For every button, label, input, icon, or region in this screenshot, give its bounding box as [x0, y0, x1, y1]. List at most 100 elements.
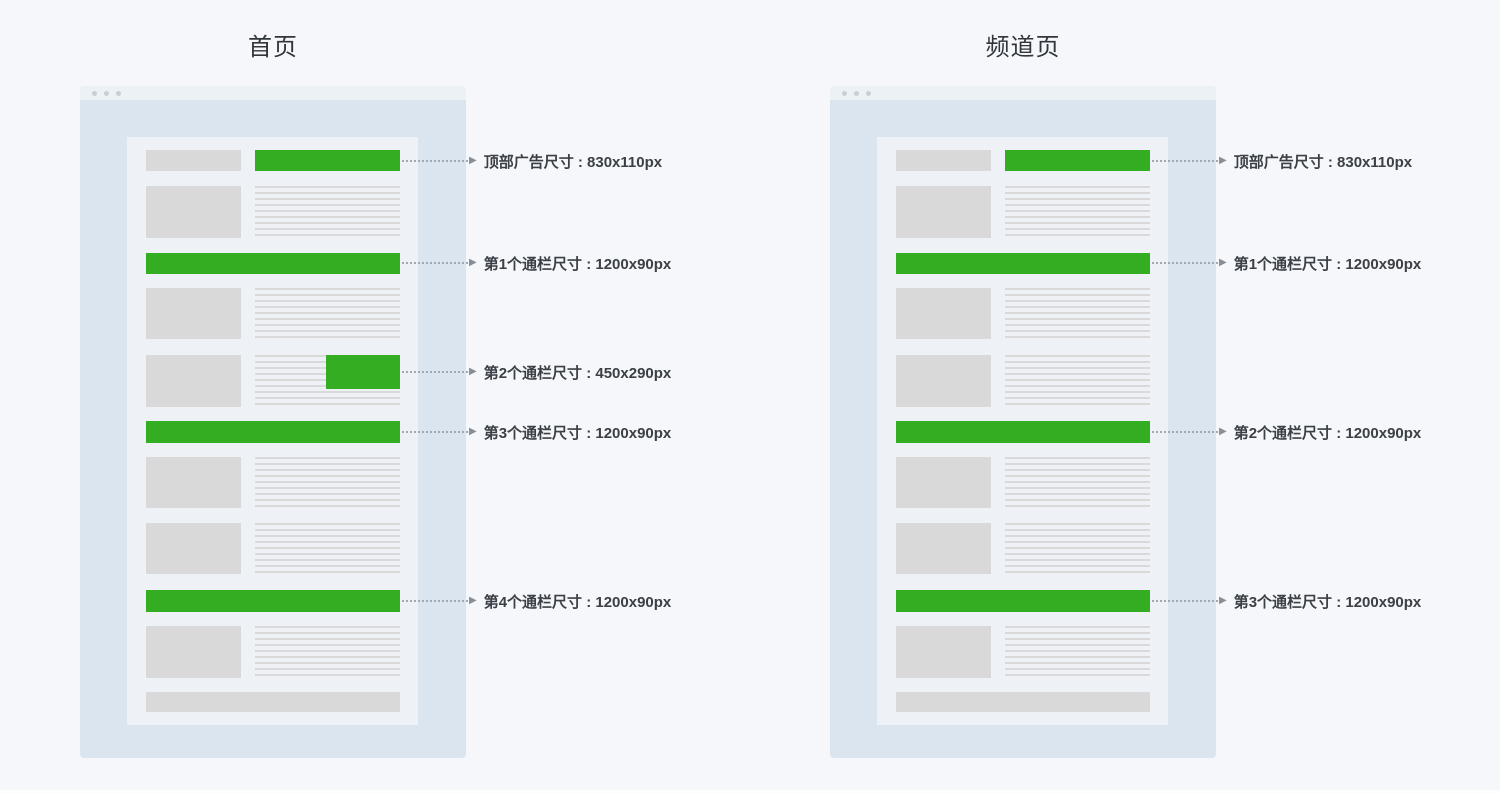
image-placeholder [896, 355, 991, 407]
banner-ad-slot-2 [146, 421, 400, 443]
annotation-label: 第3个通栏尺寸 : 1200x90px [484, 422, 672, 443]
annotation-banner-4: ▶ 第4个通栏尺寸 : 1200x90px [402, 590, 671, 612]
annotation-banner-3: ▶ 第3个通栏尺寸 : 1200x90px [402, 421, 671, 443]
browser-titlebar [80, 86, 466, 100]
text-lines-placeholder [255, 457, 400, 508]
page-title-home: 首页 [80, 27, 466, 62]
header-row [146, 150, 400, 171]
footer-placeholder [896, 692, 1150, 712]
content-row [896, 288, 1150, 339]
page-mockup-home [127, 137, 418, 725]
annotation-connector [402, 262, 468, 264]
image-placeholder [896, 186, 991, 238]
text-lines-placeholder [255, 523, 400, 574]
annotation-banner-2: ▶ 第2个通栏尺寸 : 450x290px [402, 361, 671, 383]
arrow-right-icon: ▶ [469, 258, 477, 268]
content-row [896, 457, 1150, 508]
header-row [896, 150, 1150, 171]
image-placeholder [896, 288, 991, 339]
logo-placeholder [146, 150, 241, 171]
arrow-right-icon: ▶ [469, 156, 477, 166]
browser-titlebar [830, 86, 1216, 100]
page-edge-strip [0, 790, 1500, 794]
image-placeholder [146, 355, 241, 407]
text-lines-placeholder [255, 186, 400, 238]
window-dot-icon [116, 91, 121, 96]
image-placeholder [146, 523, 241, 574]
annotation-top-ad: ▶ 顶部广告尺寸 : 830x110px [1152, 150, 1412, 172]
content-row [146, 626, 400, 678]
window-dot-icon [866, 91, 871, 96]
annotation-banner-1: ▶ 第1个通栏尺寸 : 1200x90px [402, 252, 671, 274]
banner-ad-slot-1 [896, 253, 1150, 274]
banner-ad-slot-3 [896, 590, 1150, 612]
logo-placeholder [896, 150, 991, 171]
annotation-label: 第2个通栏尺寸 : 450x290px [484, 362, 672, 383]
content-row [146, 186, 400, 238]
annotation-connector [402, 431, 468, 433]
banner-ad-slot-2 [896, 421, 1150, 443]
annotation-connector [1152, 600, 1218, 602]
content-row [896, 186, 1150, 238]
annotation-label: 第1个通栏尺寸 : 1200x90px [1234, 253, 1422, 274]
annotation-banner-1: ▶ 第1个通栏尺寸 : 1200x90px [1152, 252, 1421, 274]
annotation-label: 第2个通栏尺寸 : 1200x90px [1234, 422, 1422, 443]
arrow-right-icon: ▶ [469, 367, 477, 377]
ad-spec-diagram: 首页 [0, 0, 1500, 794]
content-row [146, 457, 400, 508]
annotation-label: 顶部广告尺寸 : 830x110px [1234, 151, 1412, 172]
annotation-connector [402, 600, 468, 602]
text-lines-placeholder [1005, 186, 1150, 238]
text-lines-placeholder [1005, 457, 1150, 508]
image-placeholder [146, 186, 241, 238]
image-placeholder [146, 288, 241, 339]
content-row [896, 626, 1150, 678]
text-lines-placeholder [1005, 523, 1150, 574]
annotation-label: 第1个通栏尺寸 : 1200x90px [484, 253, 672, 274]
window-dot-icon [854, 91, 859, 96]
arrow-right-icon: ▶ [1219, 258, 1227, 268]
image-placeholder [896, 457, 991, 508]
text-lines-placeholder [1005, 355, 1150, 407]
top-ad-slot [1005, 150, 1150, 171]
banner-ad-slot-1 [146, 253, 400, 274]
content-row [896, 355, 1150, 407]
arrow-right-icon: ▶ [1219, 156, 1227, 166]
annotation-label: 第4个通栏尺寸 : 1200x90px [484, 591, 672, 612]
annotation-connector [1152, 262, 1218, 264]
text-lines-placeholder [1005, 288, 1150, 339]
annotation-banner-3: ▶ 第3个通栏尺寸 : 1200x90px [1152, 590, 1421, 612]
banner-ad-slot-3 [146, 590, 400, 612]
annotation-connector [402, 160, 468, 162]
annotation-connector [402, 371, 468, 373]
arrow-right-icon: ▶ [469, 427, 477, 437]
annotation-label: 顶部广告尺寸 : 830x110px [484, 151, 662, 172]
footer-placeholder [146, 692, 400, 712]
page-mockup-channel [877, 137, 1168, 725]
image-placeholder [896, 626, 991, 678]
content-row [146, 288, 400, 339]
annotation-connector [1152, 160, 1218, 162]
image-placeholder [896, 523, 991, 574]
inline-ad-slot [326, 355, 400, 389]
window-dot-icon [92, 91, 97, 96]
image-placeholder [146, 457, 241, 508]
top-ad-slot [255, 150, 400, 171]
text-lines-placeholder [1005, 626, 1150, 678]
page-title-channel: 频道页 [830, 27, 1216, 62]
image-placeholder [146, 626, 241, 678]
text-lines-placeholder [255, 626, 400, 678]
annotation-top-ad: ▶ 顶部广告尺寸 : 830x110px [402, 150, 662, 172]
annotation-banner-2: ▶ 第2个通栏尺寸 : 1200x90px [1152, 421, 1421, 443]
window-dot-icon [842, 91, 847, 96]
text-lines-placeholder [255, 288, 400, 339]
arrow-right-icon: ▶ [469, 596, 477, 606]
content-row [896, 523, 1150, 574]
annotation-label: 第3个通栏尺寸 : 1200x90px [1234, 591, 1422, 612]
arrow-right-icon: ▶ [1219, 596, 1227, 606]
arrow-right-icon: ▶ [1219, 427, 1227, 437]
content-row [146, 355, 400, 407]
window-dot-icon [104, 91, 109, 96]
content-row [146, 523, 400, 574]
annotation-connector [1152, 431, 1218, 433]
